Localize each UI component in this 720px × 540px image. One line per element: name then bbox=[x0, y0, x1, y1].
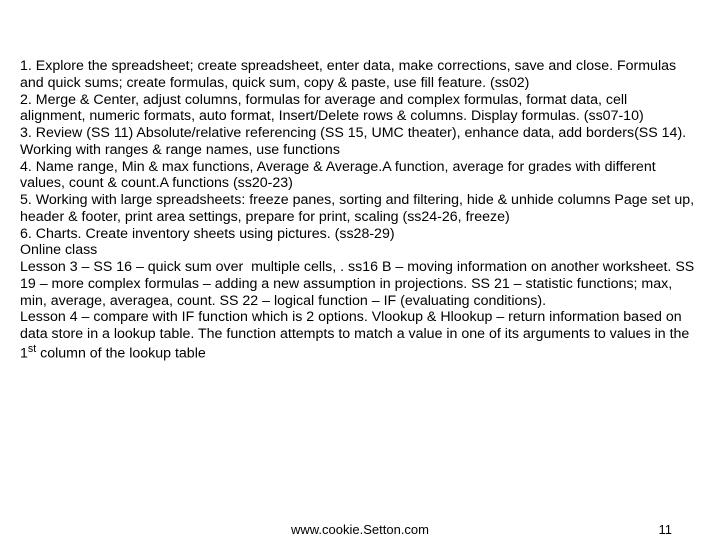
body-text: 1. Explore the spreadsheet; create sprea… bbox=[20, 58, 696, 362]
page-number: 11 bbox=[659, 522, 673, 537]
slide-page: 1. Explore the spreadsheet; create sprea… bbox=[0, 0, 720, 540]
footer-url: www.cookie.Setton.com bbox=[0, 522, 720, 537]
